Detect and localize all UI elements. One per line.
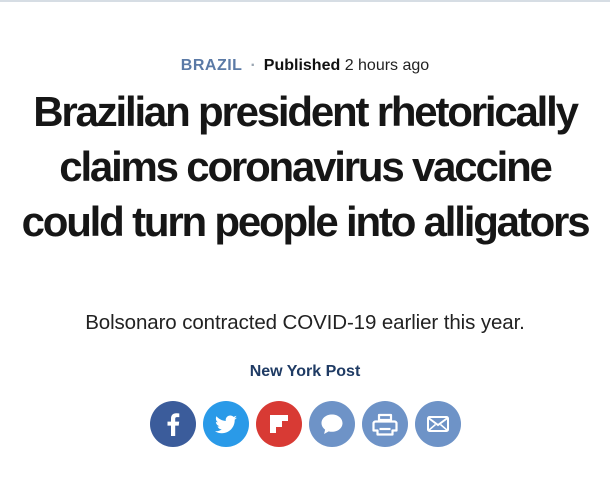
section-link[interactable]: BRAZIL <box>181 57 243 74</box>
comment-share-button[interactable] <box>309 401 355 447</box>
article-meta: BRAZIL · Published 2 hours ago <box>0 56 610 76</box>
chat-bubble-icon <box>321 414 343 434</box>
source-link[interactable]: New York Post <box>0 362 610 382</box>
facebook-share-button[interactable] <box>150 401 196 447</box>
print-button[interactable] <box>362 401 408 447</box>
published-time: 2 hours ago <box>344 57 430 74</box>
headline: Brazilian president rhetorically claims … <box>21 88 591 245</box>
twitter-share-button[interactable] <box>203 401 249 447</box>
meta-separator: · <box>250 57 256 74</box>
facebook-icon <box>167 413 180 436</box>
flipboard-share-button[interactable] <box>256 401 302 447</box>
print-icon <box>372 413 398 436</box>
top-divider <box>0 0 610 2</box>
published-label: Published <box>263 57 341 74</box>
subheadline: Bolsonaro contracted COVID-19 earlier th… <box>85 311 525 334</box>
email-share-button[interactable] <box>415 401 461 447</box>
share-bar <box>150 401 461 447</box>
twitter-icon <box>215 415 237 434</box>
email-icon <box>427 416 449 432</box>
flipboard-icon <box>270 415 288 433</box>
